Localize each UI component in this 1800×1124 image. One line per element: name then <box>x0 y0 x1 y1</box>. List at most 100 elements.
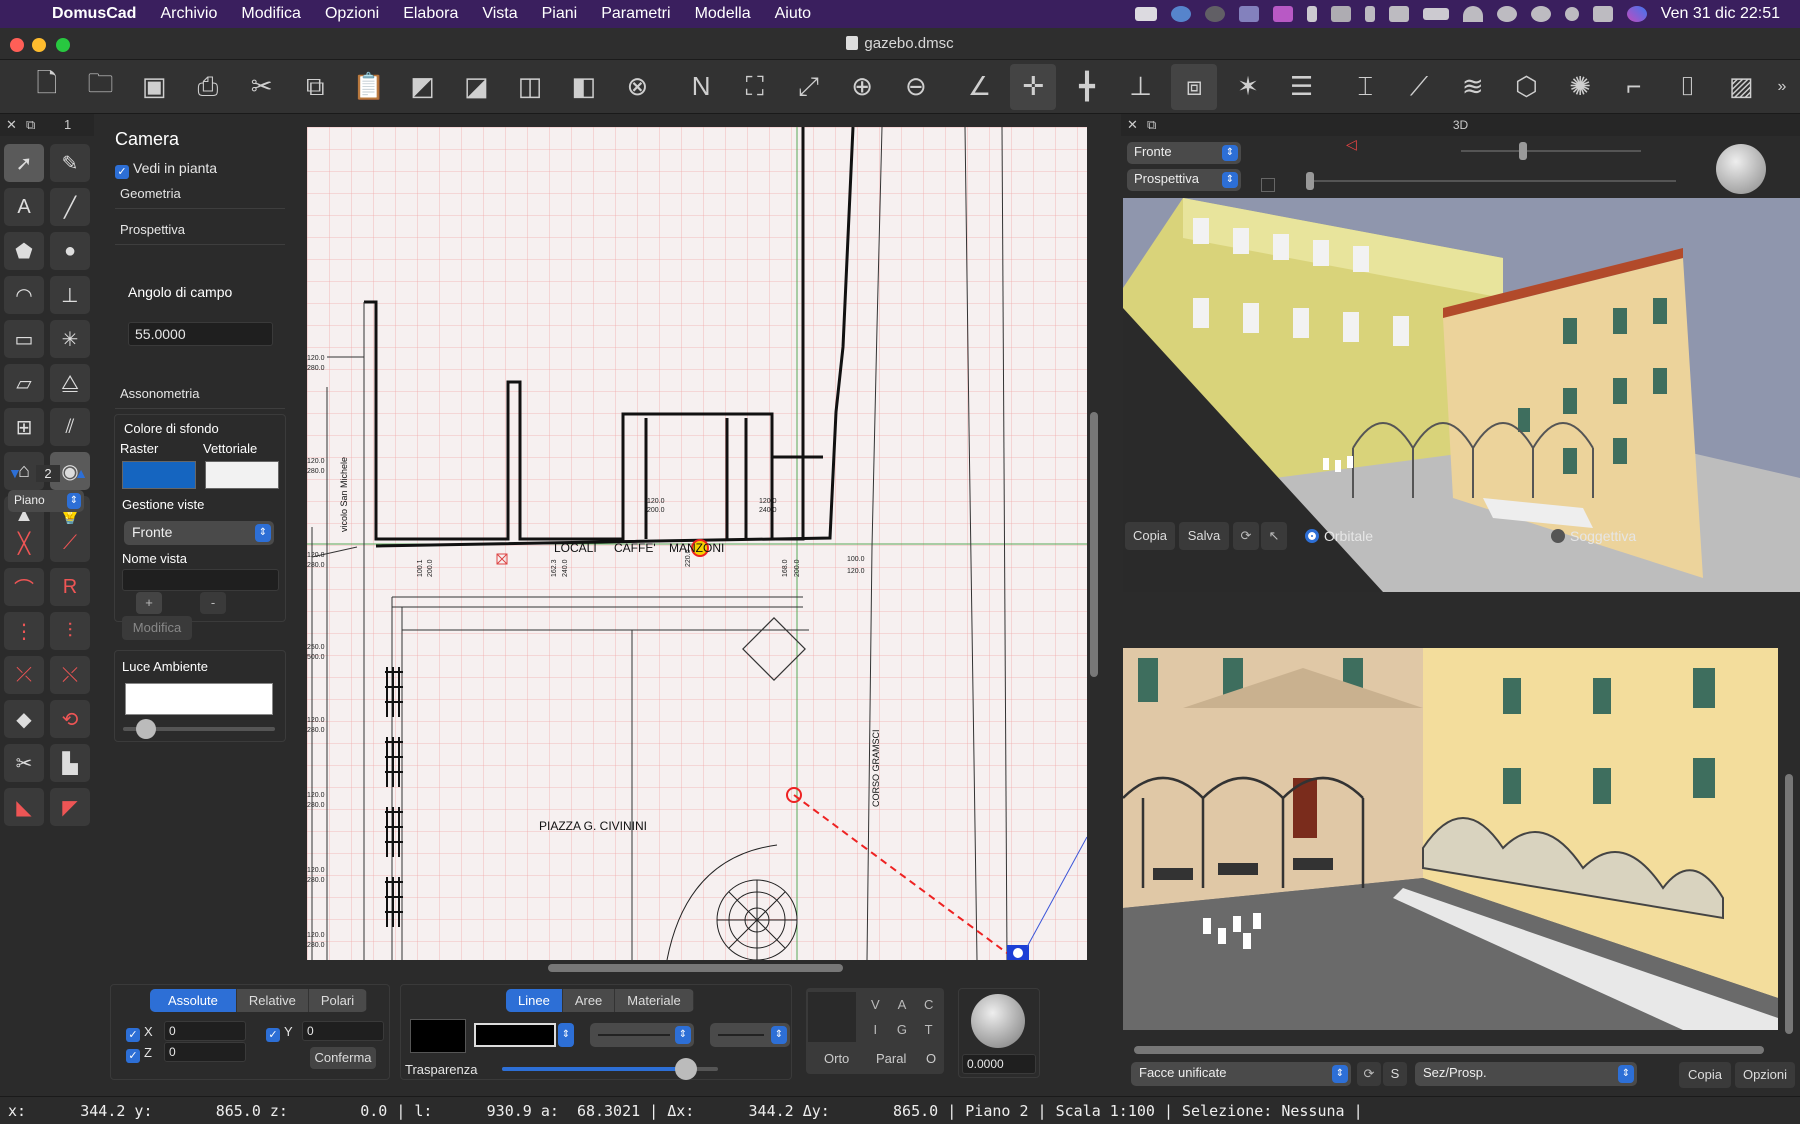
menu-modella[interactable]: Modella <box>683 5 763 23</box>
dimension-tool-icon[interactable]: ⊥ <box>50 276 90 314</box>
render-vertical-scrollbar[interactable] <box>1785 774 1793 1034</box>
elevation-icon[interactable]: ◤ <box>50 788 90 826</box>
scissors-icon[interactable]: ✂ <box>4 744 44 782</box>
ambient-slider-knob[interactable] <box>135 719 156 739</box>
perspective-section[interactable]: Prospettiva <box>120 222 185 237</box>
user-icon[interactable] <box>1496 6 1517 22</box>
transparency-knob[interactable] <box>674 1058 697 1080</box>
magic-select-icon[interactable]: ✶ <box>1225 64 1271 110</box>
tab-absolute[interactable]: Assolute <box>150 989 237 1012</box>
angle-dial[interactable] <box>971 994 1025 1048</box>
mirror-icon[interactable]: ⋮ <box>4 612 44 650</box>
stair-tool-icon[interactable]: ⫽ <box>50 408 90 446</box>
wheel-icon[interactable]: ✺ <box>1557 64 1603 110</box>
overlap-icon[interactable]: ⧈ <box>1171 63 1218 110</box>
asterisk-icon[interactable]: ✳ <box>50 320 90 358</box>
chevron-updown-icon[interactable]: ⇕ <box>558 1023 574 1047</box>
print-icon[interactable]: ⎙ <box>185 64 231 110</box>
angle-snap-icon[interactable]: ∠ <box>957 64 1003 110</box>
bring-front-icon[interactable]: ◩ <box>400 64 446 110</box>
copy-button[interactable]: Copia <box>1125 522 1175 550</box>
zoom-slider-knob[interactable] <box>1519 142 1527 160</box>
join-icon[interactable]: ⤬ <box>50 656 90 694</box>
faces-select[interactable]: Facce unificate ⇕ <box>1131 1062 1351 1086</box>
s-button[interactable]: S <box>1383 1062 1407 1086</box>
rotate-icon[interactable]: ⟲ <box>50 700 90 738</box>
north-icon[interactable]: N <box>678 64 724 110</box>
wall-icon[interactable]: ▱ <box>4 364 44 402</box>
time-machine-icon[interactable] <box>1530 6 1551 22</box>
remote-status-icon[interactable] <box>1272 6 1293 22</box>
vpn-status-icon[interactable] <box>1330 6 1351 22</box>
extend-icon[interactable]: ⟋ <box>50 524 90 562</box>
app-status-icon[interactable] <box>1170 6 1191 22</box>
options-button[interactable]: Opzioni <box>1735 1062 1795 1088</box>
fov-input[interactable]: 55.0000 <box>128 322 273 346</box>
copy-icon[interactable]: ⧉ <box>292 64 338 110</box>
menu-aiuto[interactable]: Aiuto <box>763 5 823 23</box>
plan-vertical-scrollbar[interactable] <box>1090 412 1098 677</box>
zoom-in-icon[interactable]: ⊕ <box>839 64 885 110</box>
control-center-icon[interactable] <box>1592 6 1613 22</box>
spotlight-icon[interactable] <box>1564 7 1579 21</box>
y-checkbox[interactable]: ✓ Y <box>266 1024 293 1042</box>
fill-icon[interactable]: ◆ <box>4 700 44 738</box>
tab-lines[interactable]: Linee <box>506 989 563 1012</box>
menu-parametri[interactable]: Parametri <box>589 5 682 23</box>
open-folder-icon[interactable]: 🗀 <box>78 64 124 110</box>
fillet-radius-icon[interactable]: R <box>50 568 90 606</box>
frame-icon[interactable]: ▨ <box>1718 64 1764 110</box>
ambient-light-swatch[interactable] <box>125 683 273 715</box>
menu-modifica[interactable]: Modifica <box>229 5 313 23</box>
zoom-out-icon[interactable]: ⊖ <box>893 64 939 110</box>
projection-select[interactable]: Prospettiva ⇕ <box>1127 169 1241 191</box>
pipe-icon[interactable]: ⌐ <box>1611 64 1657 110</box>
bring-forward-icon[interactable]: ◪ <box>454 64 500 110</box>
menu-archivio[interactable]: Archivio <box>148 5 229 23</box>
layers-icon[interactable]: ≋ <box>1450 64 1496 110</box>
view3d-render-bottom[interactable] <box>1123 648 1778 1030</box>
pointer-icon[interactable]: ↖ <box>1261 522 1287 550</box>
axis-icon[interactable]: ╋ <box>1064 64 1110 110</box>
angle-input[interactable]: 0.0000 <box>962 1054 1036 1074</box>
confirm-button[interactable]: Conferma <box>310 1047 376 1069</box>
view-name-input[interactable] <box>122 569 279 591</box>
refresh-icon[interactable]: ⟳ <box>1233 522 1259 550</box>
offset-icon[interactable]: ⫶ <box>50 612 90 650</box>
paste-icon[interactable]: 📋 <box>346 64 392 110</box>
menu-vista[interactable]: Vista <box>470 5 529 23</box>
show-in-plan-checkbox[interactable]: ✓ Vedi in pianta <box>115 160 217 179</box>
lock-checkbox[interactable] <box>1261 178 1275 192</box>
raster-color-swatch[interactable] <box>122 461 196 489</box>
tab-polar[interactable]: Polari <box>309 989 368 1012</box>
cut-icon[interactable]: ✂ <box>239 64 285 110</box>
modify-view-button[interactable]: Modifica <box>122 616 192 640</box>
tab-material[interactable]: Materiale <box>615 989 694 1012</box>
fill-color-swatch[interactable] <box>410 1019 466 1053</box>
floor-select[interactable]: Piano ⇕ <box>8 490 84 512</box>
z-checkbox[interactable]: ✓ Z <box>126 1045 152 1063</box>
line-icon[interactable]: ╱ <box>50 188 90 226</box>
x-checkbox[interactable]: ✓ X <box>126 1024 153 1042</box>
cancel-icon[interactable]: ⊗ <box>615 64 661 110</box>
view-direction-select[interactable]: Fronte ⇕ <box>1127 142 1241 164</box>
arc-icon[interactable]: ◠ <box>4 276 44 314</box>
plan-horizontal-scrollbar[interactable] <box>548 964 843 972</box>
snap-v-button[interactable]: V <box>862 992 889 1017</box>
menu-opzioni[interactable]: Opzioni <box>313 5 391 23</box>
views-select[interactable]: Fronte ⇕ <box>124 521 274 545</box>
new-file-icon[interactable]: 🗋 <box>24 64 70 110</box>
save-icon[interactable]: ▣ <box>131 64 177 110</box>
snap-c-button[interactable]: C <box>915 992 942 1017</box>
detach-icon[interactable]: ⧉ <box>26 117 35 133</box>
menu-elabora[interactable]: Elabora <box>391 5 470 23</box>
x-input[interactable]: 0 <box>164 1021 246 1041</box>
mask-status-icon[interactable] <box>1204 6 1225 22</box>
menu-app-name[interactable]: DomusCad <box>40 5 148 23</box>
circle-icon[interactable]: ● <box>50 232 90 270</box>
z-input[interactable]: 0 <box>164 1042 246 1062</box>
axonometry-section[interactable]: Assonometria <box>120 386 199 401</box>
plan-canvas[interactable]: LOCALI CAFFE' MANZONI PIAZZA G. CIVININI… <box>307 127 1087 960</box>
subjective-radio[interactable]: Soggettiva <box>1551 528 1636 544</box>
snap-g-button[interactable]: G <box>889 1017 916 1042</box>
